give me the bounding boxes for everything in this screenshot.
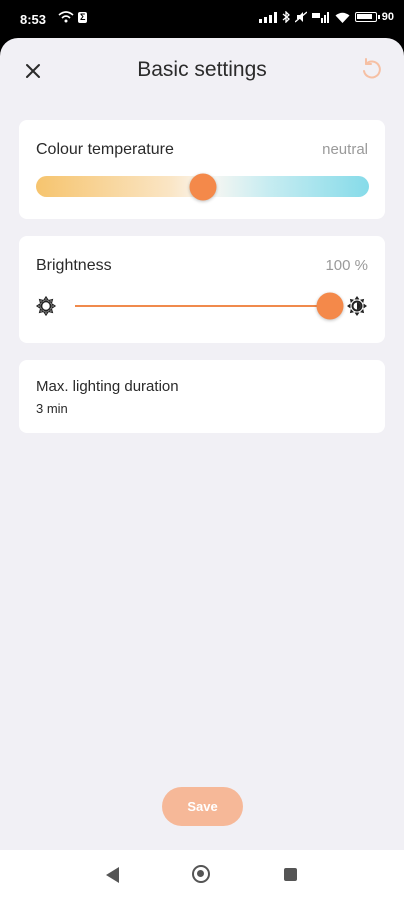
colour-temperature-slider[interactable] bbox=[36, 173, 369, 200]
brightness-high-icon bbox=[347, 296, 367, 316]
lte-signal-icon bbox=[311, 11, 329, 23]
bluetooth-icon bbox=[282, 11, 290, 23]
lighting-duration-value: 3 min bbox=[36, 401, 68, 416]
brightness-low-icon bbox=[35, 295, 57, 317]
brightness-thumb[interactable] bbox=[316, 292, 344, 320]
lighting-duration-label: Max. lighting duration bbox=[36, 378, 179, 395]
battery-icon bbox=[354, 12, 380, 22]
colour-temperature-card: Colour temperature neutral bbox=[19, 120, 385, 219]
settings-sheet: Basic settings Colour temperature neutra… bbox=[0, 38, 404, 850]
brightness-card: Brightness 100 % bbox=[19, 236, 385, 343]
colour-temperature-label: Colour temperature bbox=[36, 141, 174, 158]
silent-icon bbox=[294, 11, 307, 23]
home-icon[interactable] bbox=[192, 865, 210, 883]
brightness-value: 100 % bbox=[325, 257, 368, 274]
status-notification-icons: Σ bbox=[58, 11, 88, 23]
battery-level: 90 bbox=[381, 11, 394, 23]
brightness-slider[interactable] bbox=[75, 292, 344, 320]
recent-apps-icon[interactable] bbox=[284, 868, 297, 881]
wifi-icon bbox=[335, 12, 350, 23]
brightness-label: Brightness bbox=[36, 257, 112, 274]
page-title: Basic settings bbox=[137, 58, 267, 81]
colour-temperature-thumb[interactable] bbox=[189, 173, 216, 200]
header: Basic settings bbox=[0, 38, 404, 106]
signal-icon bbox=[258, 11, 277, 23]
back-icon[interactable] bbox=[106, 867, 119, 883]
app-notification-icon: Σ bbox=[78, 11, 88, 23]
reset-icon[interactable] bbox=[358, 56, 384, 82]
lighting-duration-card[interactable]: Max. lighting duration 3 min bbox=[19, 360, 385, 433]
save-button[interactable]: Save bbox=[162, 787, 243, 826]
wifi-call-icon bbox=[58, 11, 74, 23]
system-nav-bar bbox=[0, 850, 404, 900]
status-system-icons: 90 bbox=[258, 11, 394, 23]
status-time: 8:53 bbox=[20, 12, 47, 27]
status-bar: 8:53 Σ 90 bbox=[0, 0, 404, 38]
colour-temperature-value: neutral bbox=[322, 141, 368, 158]
